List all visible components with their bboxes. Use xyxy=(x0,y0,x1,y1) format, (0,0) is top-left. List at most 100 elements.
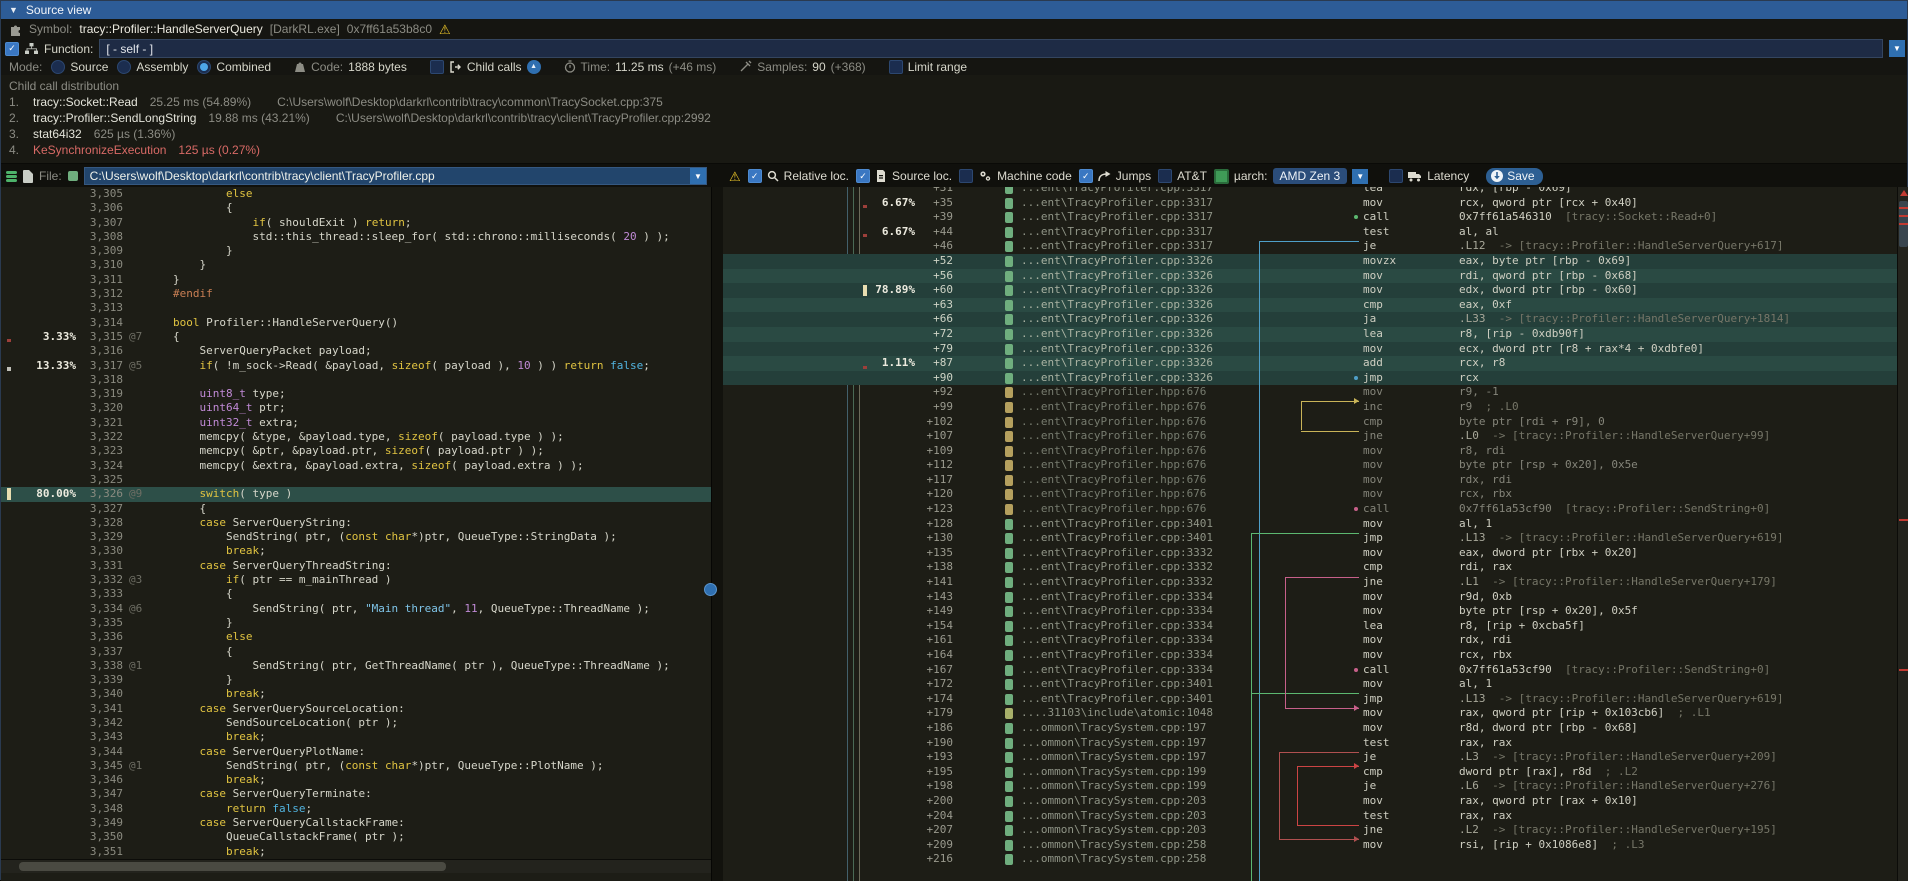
source-line[interactable]: 3,327 { xyxy=(1,502,711,516)
asm-row[interactable]: +198...ommon\TracySystem.cpp:199je.L6 ->… xyxy=(723,779,1908,794)
relative-loc-toggle[interactable]: ✓ Relative loc. xyxy=(748,169,849,183)
source-line[interactable]: 80.00%3,326@9 switch( type ) xyxy=(1,487,711,501)
source-line[interactable]: 3,343 break; xyxy=(1,730,711,744)
source-line[interactable]: 3,339 } xyxy=(1,673,711,687)
source-line[interactable]: 3,338@1 SendString( ptr, GetThreadName( … xyxy=(1,659,711,673)
mode-radio-combined[interactable]: Combined xyxy=(197,60,271,74)
child-calls-up-button[interactable]: ▲ xyxy=(527,60,541,74)
source-line[interactable]: 3,307 if( shouldExit ) return; xyxy=(1,216,711,230)
child-calls-toggle[interactable]: Child calls ▲ xyxy=(430,60,541,74)
source-line[interactable]: 3,336 else xyxy=(1,630,711,644)
child-calls-checkbox[interactable] xyxy=(430,60,444,74)
source-line[interactable]: 3,335 } xyxy=(1,616,711,630)
pane-divider[interactable] xyxy=(711,187,723,881)
source-line[interactable]: 3,342 SendSourceLocation( ptr ); xyxy=(1,716,711,730)
asm-row[interactable]: +172...ent\TracyProfiler.cpp:3401moval, … xyxy=(723,677,1908,692)
asm-row[interactable]: 6.67%+44...ent\TracyProfiler.cpp:3317tes… xyxy=(723,225,1908,240)
asm-row[interactable]: 78.89%+60...ent\TracyProfiler.cpp:3326mo… xyxy=(723,283,1908,298)
asm-row[interactable]: +63...ent\TracyProfiler.cpp:3326cmpeax, … xyxy=(723,298,1908,313)
mode-radio-source[interactable]: Source xyxy=(51,60,108,74)
asm-row[interactable]: +154...ent\TracyProfiler.cpp:3334lear8, … xyxy=(723,619,1908,634)
source-line[interactable]: 3,312#endif xyxy=(1,287,711,301)
source-line[interactable]: 3,345@1 SendString( ptr, (const char*)pt… xyxy=(1,759,711,773)
asm-row[interactable]: +112...ent\TracyProfiler.hpp:676movbyte … xyxy=(723,458,1908,473)
asm-row[interactable]: +117...ent\TracyProfiler.hpp:676movrdx, … xyxy=(723,473,1908,488)
source-line[interactable]: 3,348 return false; xyxy=(1,802,711,816)
source-line[interactable]: 3,346 break; xyxy=(1,773,711,787)
source-line[interactable]: 3,322 memcpy( &type, &payload.type, size… xyxy=(1,430,711,444)
latency-checkbox[interactable] xyxy=(1389,169,1403,183)
layers-icon[interactable] xyxy=(6,171,17,182)
source-line[interactable]: 3,330 break; xyxy=(1,544,711,558)
uarch-dropdown-button[interactable]: ▼ xyxy=(1352,169,1368,184)
source-line[interactable]: 3,319 uint8_t type; xyxy=(1,387,711,401)
collapse-icon[interactable]: ▼ xyxy=(9,5,18,15)
source-line[interactable]: 3,306 { xyxy=(1,201,711,215)
asm-row[interactable]: +72...ent\TracyProfiler.cpp:3326lear8, [… xyxy=(723,327,1908,342)
source-line[interactable]: 3,347 case ServerQueryTerminate: xyxy=(1,787,711,801)
asm-row[interactable]: +204...ommon\TracySystem.cpp:203testrax,… xyxy=(723,809,1908,824)
source-line[interactable]: 3,341 case ServerQuerySourceLocation: xyxy=(1,702,711,716)
asm-row[interactable]: +135...ent\TracyProfiler.cpp:3332moveax,… xyxy=(723,546,1908,561)
mode-radio-assembly[interactable]: Assembly xyxy=(117,60,188,74)
asm-row[interactable]: +123...ent\TracyProfiler.hpp:676call0x7f… xyxy=(723,502,1908,517)
asm-row[interactable]: +200...ommon\TracySystem.cpp:203movrax, … xyxy=(723,794,1908,809)
file-dropdown-icon[interactable]: ▼ xyxy=(690,168,706,184)
function-checkbox[interactable]: ✓ xyxy=(5,42,19,56)
source-line[interactable]: 3,351 break; xyxy=(1,845,711,859)
asm-row[interactable]: +79...ent\TracyProfiler.cpp:3326movecx, … xyxy=(723,342,1908,357)
source-line[interactable]: 3,340 break; xyxy=(1,687,711,701)
source-loc-toggle[interactable]: ✓ Source loc. xyxy=(856,169,952,183)
source-line[interactable]: 3,334@6 SendString( ptr, "Main thread", … xyxy=(1,602,711,616)
asm-row[interactable]: +164...ent\TracyProfiler.cpp:3334movrcx,… xyxy=(723,648,1908,663)
source-line[interactable]: 3,311} xyxy=(1,273,711,287)
function-combo[interactable]: [ - self - ] xyxy=(99,39,1883,58)
source-line[interactable]: 3,323 memcpy( &ptr, &payload.ptr, sizeof… xyxy=(1,444,711,458)
child-call-row[interactable]: 1.tracy::Socket::Read25.25 ms (54.89%)C:… xyxy=(9,94,1907,110)
asm-row[interactable]: +167...ent\TracyProfiler.cpp:3334call0x7… xyxy=(723,663,1908,678)
asm-row[interactable]: +109...ent\TracyProfiler.hpp:676movr8, r… xyxy=(723,444,1908,459)
function-dropdown-button[interactable]: ▼ xyxy=(1889,40,1905,57)
file-path-combo[interactable]: C:\Users\wolf\Desktop\darkrl\contrib\tra… xyxy=(84,167,707,185)
source-line[interactable]: 3,324 memcpy( &extra, &payload.extra, si… xyxy=(1,459,711,473)
asm-row[interactable]: +138...ent\TracyProfiler.cpp:3332cmprdi,… xyxy=(723,560,1908,575)
asm-row[interactable]: +216...ommon\TracySystem.cpp:258 xyxy=(723,852,1908,867)
source-line[interactable]: 3,313 xyxy=(1,301,711,315)
source-line[interactable]: 3,305 else xyxy=(1,187,711,201)
source-line[interactable]: 3,333 { xyxy=(1,587,711,601)
pane-splitter-grip[interactable] xyxy=(704,583,717,596)
source-line[interactable]: 3,325 xyxy=(1,473,711,487)
asm-row[interactable]: +52...ent\TracyProfiler.cpp:3326movzxeax… xyxy=(723,254,1908,269)
source-line[interactable]: 3,328 case ServerQueryString: xyxy=(1,516,711,530)
save-button[interactable]: Save xyxy=(1486,168,1542,185)
source-line[interactable]: 3,329 SendString( ptr, (const char*)ptr,… xyxy=(1,530,711,544)
asm-row[interactable]: +92...ent\TracyProfiler.hpp:676movr9, -1 xyxy=(723,385,1908,400)
machine-code-toggle[interactable]: Machine code xyxy=(959,169,1072,183)
source-line[interactable]: 3,349 case ServerQueryCallstackFrame: xyxy=(1,816,711,830)
asm-row[interactable]: 1.11%+87...ent\TracyProfiler.cpp:3326add… xyxy=(723,356,1908,371)
asm-row[interactable]: +31...ent\TracyProfiler.cpp:3317leardx, … xyxy=(723,187,1908,196)
vertical-scrollbar[interactable] xyxy=(1897,187,1908,881)
uarch-combo[interactable]: AMD Zen 3 xyxy=(1273,168,1348,184)
child-call-row[interactable]: 3.stat64i32625 µs (1.36%) xyxy=(9,126,1907,142)
jumps-toggle[interactable]: ✓ Jumps xyxy=(1079,169,1151,183)
child-call-row[interactable]: 4.KeSynchronizeExecution125 µs (0.27%) xyxy=(9,142,1907,158)
source-line[interactable]: 3,344 case ServerQueryPlotName: xyxy=(1,745,711,759)
source-line[interactable]: 3,331 case ServerQueryThreadString: xyxy=(1,559,711,573)
source-line[interactable]: 3,321 uint32_t extra; xyxy=(1,416,711,430)
att-checkbox[interactable] xyxy=(1158,169,1172,183)
asm-row[interactable]: +149...ent\TracyProfiler.cpp:3334movbyte… xyxy=(723,604,1908,619)
limit-range-toggle[interactable]: Limit range xyxy=(889,60,967,74)
asm-row[interactable]: +39...ent\TracyProfiler.cpp:3317call0x7f… xyxy=(723,210,1908,225)
source-line[interactable]: 3,350 QueueCallstackFrame( ptr ); xyxy=(1,830,711,844)
source-line[interactable]: 3,314bool Profiler::HandleServerQuery() xyxy=(1,316,711,330)
asm-row[interactable]: +190...ommon\TracySystem.cpp:197testrax,… xyxy=(723,736,1908,751)
horizontal-scrollbar-thumb[interactable] xyxy=(19,862,446,871)
horizontal-scrollbar[interactable] xyxy=(1,859,711,873)
child-call-row[interactable]: 2.tracy::Profiler::SendLongString19.88 m… xyxy=(9,110,1907,126)
machine-code-checkbox[interactable] xyxy=(959,169,973,183)
asm-row[interactable]: +128...ent\TracyProfiler.cpp:3401moval, … xyxy=(723,517,1908,532)
source-line[interactable]: 3.33%3,315@7{ xyxy=(1,330,711,344)
relative-loc-checkbox[interactable]: ✓ xyxy=(748,169,762,183)
source-line[interactable]: 3,310 } xyxy=(1,258,711,272)
